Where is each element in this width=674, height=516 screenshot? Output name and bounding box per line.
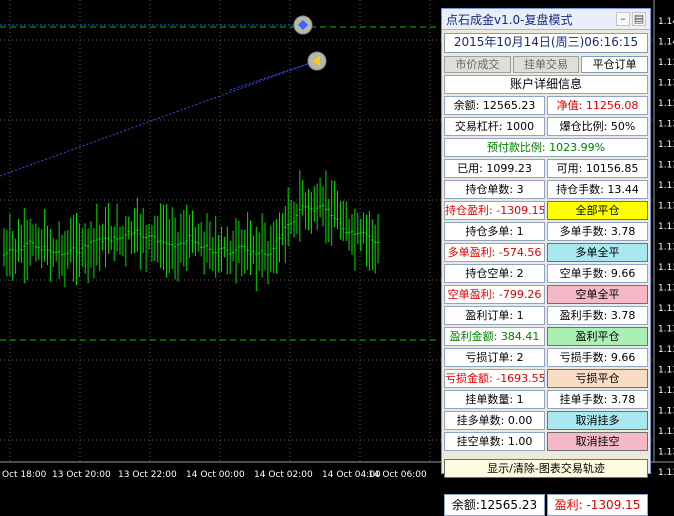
price-label: 1.13 xyxy=(658,243,674,253)
close-all-button[interactable]: 全部平仓 xyxy=(547,201,648,220)
price-label: 1.13 xyxy=(658,284,674,294)
price-label: 1.14 xyxy=(658,17,674,27)
lots-field: 持仓手数: 13.44 xyxy=(547,180,648,199)
footer-balance: 余额:12565.23 xyxy=(444,494,545,516)
margin-call-field: 爆仓比例: 50% xyxy=(547,117,648,136)
free-margin-field: 可用: 10156.85 xyxy=(547,159,648,178)
price-label: 1.13 xyxy=(658,345,674,355)
price-label: 1.13 xyxy=(658,202,674,212)
loss-orders-field: 亏损订单: 2 xyxy=(444,348,545,367)
close-profit-button[interactable]: 盈利平仓 xyxy=(547,327,648,346)
price-label: 1.13 xyxy=(658,79,674,89)
tab-market-order[interactable]: 市价成交 xyxy=(444,56,511,73)
loss-lots-field: 亏损手数: 9.66 xyxy=(547,348,648,367)
toggle-track-button[interactable]: 显示/清除-图表交易轨迹 xyxy=(444,459,648,478)
margin-level-field: 预付款比例: 1023.99% xyxy=(444,138,648,157)
time-label: 13 Oct 22:00 xyxy=(118,470,177,480)
price-label: 1.13 xyxy=(658,304,674,314)
short-count-field: 持仓空单: 2 xyxy=(444,264,545,283)
tab-pending-order[interactable]: 挂单交易 xyxy=(512,56,580,73)
short-lots-field: 空单手数: 9.66 xyxy=(547,264,648,283)
equity-field: 净值: 11256.08 xyxy=(547,96,648,115)
pnl-field: 持仓盈利: -1309.15 xyxy=(444,201,545,220)
close-long-button[interactable]: 多单全平 xyxy=(547,243,648,262)
panel-title: 点石成金v1.0-复盘模式 xyxy=(446,12,573,27)
document-icon[interactable]: ▤ xyxy=(632,12,646,26)
short-pnl-field: 空单盈利: -799.26 xyxy=(444,285,545,304)
time-label: 14 Oct 06:00 xyxy=(368,470,427,480)
price-label: 1.13 xyxy=(658,468,674,478)
pending-count-field: 挂单数量: 1 xyxy=(444,390,545,409)
close-short-button[interactable]: 空单全平 xyxy=(547,285,648,304)
price-label: 1.13 xyxy=(658,181,674,191)
price-label: 1.13 xyxy=(658,58,674,68)
close-loss-button[interactable]: 亏损平仓 xyxy=(547,369,648,388)
loss-amount-field: 亏损金额: -1693.55 xyxy=(444,369,545,388)
price-label: 1.13 xyxy=(658,325,674,335)
server-datetime: 2015年10月14日(周三)06:16:15 xyxy=(444,33,648,53)
account-header: 账户详细信息 xyxy=(444,75,648,94)
price-label: 1.13 xyxy=(658,427,674,437)
footer-profit: 盈利: -1309.15 xyxy=(547,494,648,516)
profit-lots-field: 盈利手数: 3.78 xyxy=(547,306,648,325)
time-label: 14 Oct 02:00 xyxy=(254,470,313,480)
price-label: 1.13 xyxy=(658,448,674,458)
price-label: 1.13 xyxy=(658,222,674,232)
time-label: 14 Oct 00:00 xyxy=(186,470,245,480)
time-label: Oct 18:00 xyxy=(2,470,47,480)
long-lots-field: 多单手数: 3.78 xyxy=(547,222,648,241)
balance-field: 余额: 12565.23 xyxy=(444,96,545,115)
price-label: 1.13 xyxy=(658,120,674,130)
pending-lots-field: 挂单手数: 3.78 xyxy=(547,390,648,409)
cancel-long-button[interactable]: 取消挂多 xyxy=(547,411,648,430)
time-label: 13 Oct 20:00 xyxy=(52,470,111,480)
price-label: 1.13 xyxy=(658,99,674,109)
price-label: 1.13 xyxy=(658,407,674,417)
pending-long-field: 挂多单数: 0.00 xyxy=(444,411,545,430)
price-label: 1.13 xyxy=(658,161,674,171)
cancel-short-button[interactable]: 取消挂空 xyxy=(547,432,648,451)
price-label: 1.13 xyxy=(658,366,674,376)
tab-close-order[interactable]: 平仓订单 xyxy=(581,56,649,73)
long-pnl-field: 多单盈利: -574.56 xyxy=(444,243,545,262)
profit-orders-field: 盈利订单: 1 xyxy=(444,306,545,325)
long-count-field: 持仓多单: 1 xyxy=(444,222,545,241)
price-label: 1.13 xyxy=(658,140,674,150)
panel-tabs: 市价成交 挂单交易 平仓订单 xyxy=(444,56,649,73)
panel-titlebar: 点石成金v1.0-复盘模式 – ▤ xyxy=(442,9,650,30)
positions-field: 持仓单数: 3 xyxy=(444,180,545,199)
minimize-icon[interactable]: – xyxy=(616,12,630,26)
trading-panel: 点石成金v1.0-复盘模式 – ▤ 2015年10月14日(周三)06:16:1… xyxy=(441,8,651,516)
price-label: 1.13 xyxy=(658,386,674,396)
pending-short-field: 挂空单数: 1.00 xyxy=(444,432,545,451)
leverage-field: 交易杠杆: 1000 xyxy=(444,117,545,136)
price-label: 1.13 xyxy=(658,263,674,273)
price-label: 1.14 xyxy=(658,38,674,48)
used-margin-field: 已用: 1099.23 xyxy=(444,159,545,178)
profit-amount-field: 盈利金额: 384.41 xyxy=(444,327,545,346)
